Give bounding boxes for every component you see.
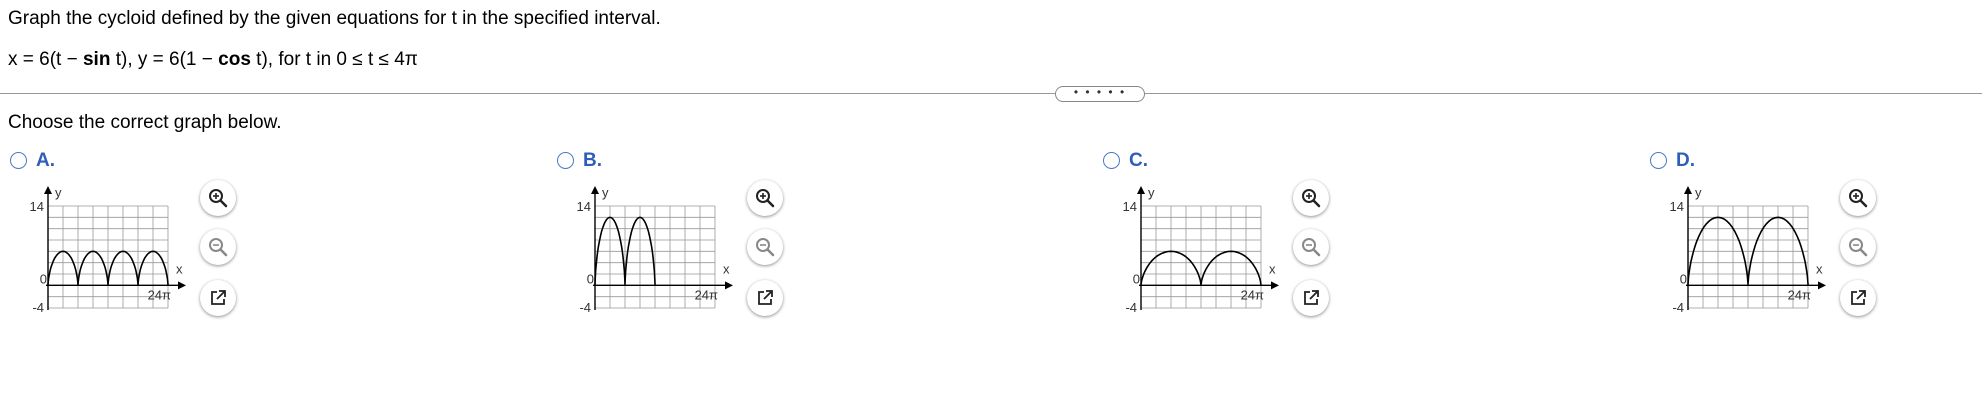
radio-button-a[interactable] — [10, 152, 27, 169]
open-graph-button[interactable] — [200, 280, 236, 316]
x-max-tick-label: 24π — [148, 287, 171, 302]
x-axis-label: x — [176, 261, 183, 276]
y-axis-arrow — [1684, 186, 1692, 194]
y-axis-label: y — [1148, 185, 1155, 200]
y-max-tick-label: 14 — [1123, 199, 1137, 214]
zoom-out-icon — [209, 238, 228, 257]
radio-button-d[interactable] — [1650, 152, 1667, 169]
x-axis-label: x — [723, 261, 730, 276]
y-axis-arrow — [44, 186, 52, 194]
x-axis-label: x — [1269, 261, 1276, 276]
y-min-tick-label: -4 — [32, 300, 44, 315]
open-new-window-icon — [211, 290, 226, 305]
x-max-tick-label: 24π — [1241, 287, 1264, 302]
x-axis-arrow — [178, 281, 186, 290]
divider-handle[interactable]: • • • • • — [1055, 86, 1145, 102]
zoom-in-button[interactable] — [1840, 180, 1876, 216]
y-min-tick-label: -4 — [579, 300, 591, 315]
open-new-window-icon — [758, 290, 773, 305]
x-max-tick-label: 24π — [1788, 287, 1811, 302]
x-axis-arrow — [725, 281, 733, 290]
y-min-tick-label: -4 — [1672, 300, 1684, 315]
y-axis-label: y — [55, 185, 62, 200]
zoom-out-icon — [1302, 238, 1321, 257]
zoom-in-icon — [1849, 189, 1868, 208]
section-divider — [0, 93, 1982, 94]
open-new-window-icon — [1851, 290, 1866, 305]
zoom-in-button[interactable] — [747, 180, 783, 216]
zoom-in-button[interactable] — [200, 180, 236, 216]
origin-label: 0 — [1133, 271, 1140, 286]
x-axis-arrow — [1818, 281, 1826, 290]
question-title: Graph the cycloid defined by the given e… — [8, 8, 661, 29]
answer-prompt: Choose the correct graph below. — [8, 112, 282, 133]
y-max-tick-label: 14 — [1670, 199, 1684, 214]
origin-label: 0 — [587, 271, 594, 286]
y-axis-label: y — [1695, 185, 1702, 200]
zoom-out-button[interactable] — [1840, 229, 1876, 265]
x-max-tick-label: 24π — [695, 287, 718, 302]
y-max-tick-label: 14 — [30, 199, 44, 214]
y-axis-arrow — [1137, 186, 1145, 194]
zoom-in-icon — [209, 189, 228, 208]
y-max-tick-label: 14 — [577, 199, 591, 214]
cycloid-graph-b: y x 14 -4 0 24π — [577, 185, 733, 315]
open-graph-button[interactable] — [1293, 280, 1329, 316]
zoom-out-icon — [1849, 238, 1868, 257]
choice-letter-a: A. — [36, 150, 55, 171]
radio-button-c[interactable] — [1103, 152, 1120, 169]
x-axis-label: x — [1816, 261, 1823, 276]
zoom-in-button[interactable] — [1293, 180, 1329, 216]
cycloid-graph-d: y x 14 -4 0 24π — [1670, 185, 1826, 315]
choice-letter-c: C. — [1129, 150, 1148, 171]
y-axis-arrow — [591, 186, 599, 194]
origin-label: 0 — [1680, 271, 1687, 286]
zoom-out-button[interactable] — [747, 229, 783, 265]
origin-label: 0 — [40, 271, 47, 286]
x-axis-arrow — [1271, 281, 1279, 290]
open-graph-button[interactable] — [747, 280, 783, 316]
zoom-in-icon — [1302, 189, 1321, 208]
radio-button-b[interactable] — [557, 152, 574, 169]
y-axis-label: y — [602, 185, 609, 200]
zoom-in-icon — [756, 189, 775, 208]
choice-letter-b: B. — [583, 150, 602, 171]
choice-letter-d: D. — [1676, 150, 1695, 171]
zoom-out-icon — [756, 238, 775, 257]
zoom-out-button[interactable] — [200, 229, 236, 265]
y-min-tick-label: -4 — [1125, 300, 1137, 315]
cycloid-graph-a: y x 14 -4 0 24π — [30, 185, 186, 315]
question-equation: x = 6(t − sin t), y = 6(1 − cos t), for … — [8, 49, 418, 70]
open-graph-button[interactable] — [1840, 280, 1876, 316]
cycloid-graph-c: y x 14 -4 0 24π — [1123, 185, 1279, 315]
open-new-window-icon — [1304, 290, 1319, 305]
zoom-out-button[interactable] — [1293, 229, 1329, 265]
